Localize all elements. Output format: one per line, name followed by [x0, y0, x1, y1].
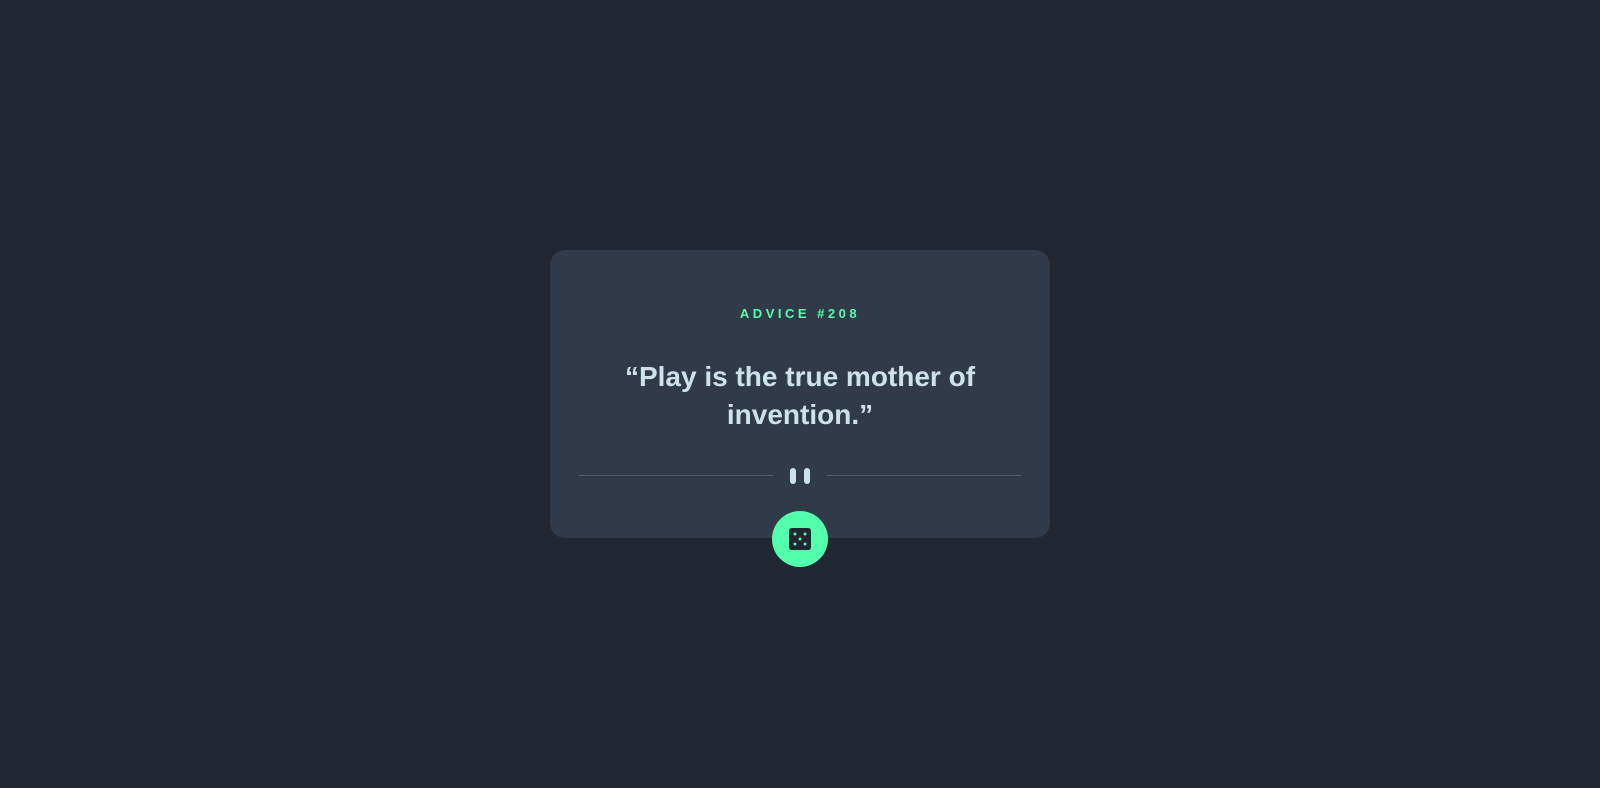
pattern-divider: [578, 468, 1022, 484]
generate-advice-button[interactable]: [772, 511, 828, 567]
divider-line-left: [578, 475, 774, 476]
advice-quote: “Play is the true mother of invention.”: [624, 361, 976, 430]
pause-icon: [789, 468, 811, 484]
advice-card: ADVICE #208 “Play is the true mother of …: [550, 250, 1050, 538]
dice-icon: [789, 528, 811, 550]
divider-line-right: [826, 475, 1022, 476]
advice-id-label: ADVICE #208: [739, 306, 861, 321]
